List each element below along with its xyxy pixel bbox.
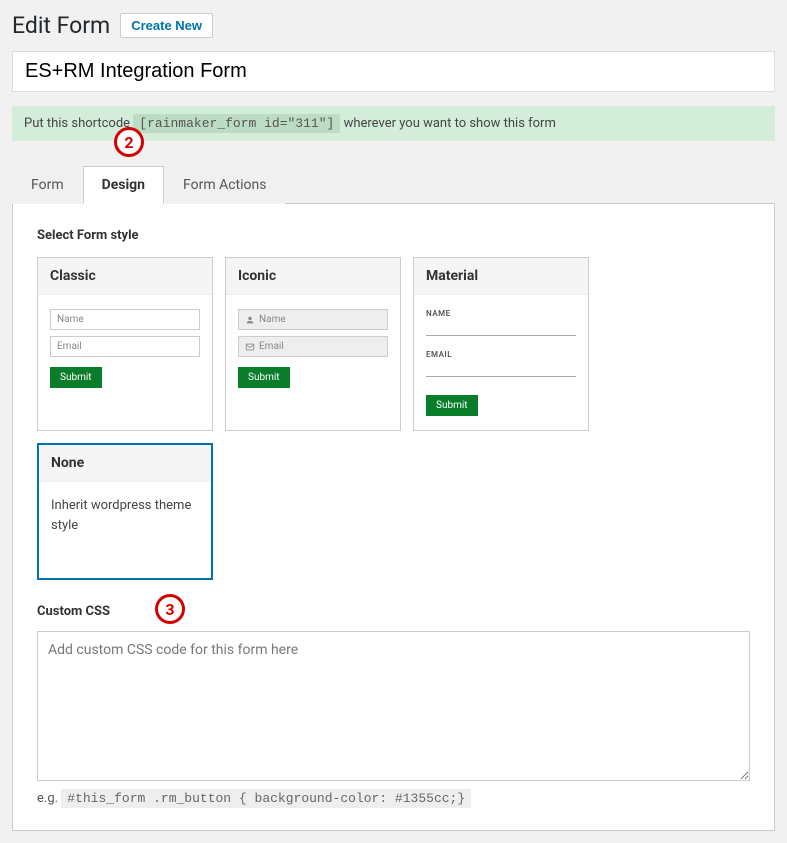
preview-name-input: Name [50,309,200,330]
shortcode-code: [rainmaker_form id="311"] [133,114,340,133]
style-card-title: Iconic [226,258,400,295]
css-hint-prefix: e.g. [37,791,61,806]
annotation-2: 2 [114,127,144,157]
preview-underline [426,365,576,377]
preview-name-input: Name [238,309,388,330]
preview-email-label: EMAIL [426,350,576,359]
style-card-title: Classic [38,258,212,295]
tab-form[interactable]: Form [12,166,83,204]
preview-name-label: NAME [426,309,576,318]
preview-submit-button: Submit [238,367,290,388]
page-title: Edit Form [12,12,110,39]
css-hint: e.g. #this_form .rm_button { background-… [37,791,750,806]
style-section-label: Select Form style [37,228,750,243]
style-card-none[interactable]: None Inherit wordpress theme style [37,443,213,580]
style-card-title: Material [414,258,588,295]
none-description: Inherit wordpress theme style [51,496,199,535]
style-card-classic[interactable]: Classic Name Email Submit [37,257,213,431]
annotation-3: 3 [155,594,185,624]
create-new-button[interactable]: Create New [120,13,213,38]
form-title-input[interactable] [12,51,775,92]
custom-css-textarea[interactable] [37,631,750,781]
style-card-title: None [39,445,211,482]
preview-submit-button: Submit [426,395,478,416]
mail-icon [245,342,255,352]
user-icon [245,315,255,325]
style-card-material[interactable]: Material NAME EMAIL Submit [413,257,589,431]
tab-design[interactable]: Design [83,166,164,204]
shortcode-suffix: wherever you want to show this form [344,116,556,131]
tab-content-design: Select Form style Classic Name Email Sub… [12,204,775,831]
css-hint-code: #this_form .rm_button { background-color… [61,789,471,808]
preview-email-input: Email [238,336,388,357]
shortcode-prefix: Put this shortcode [24,116,133,131]
tab-actions[interactable]: Form Actions [164,166,285,204]
preview-submit-button: Submit [50,367,102,388]
preview-underline [426,324,576,336]
custom-css-label: Custom CSS [37,604,110,619]
preview-email-input: Email [50,336,200,357]
tab-bar: Form Design Form Actions [12,165,775,204]
style-card-iconic[interactable]: Iconic Name Email Submit [225,257,401,431]
